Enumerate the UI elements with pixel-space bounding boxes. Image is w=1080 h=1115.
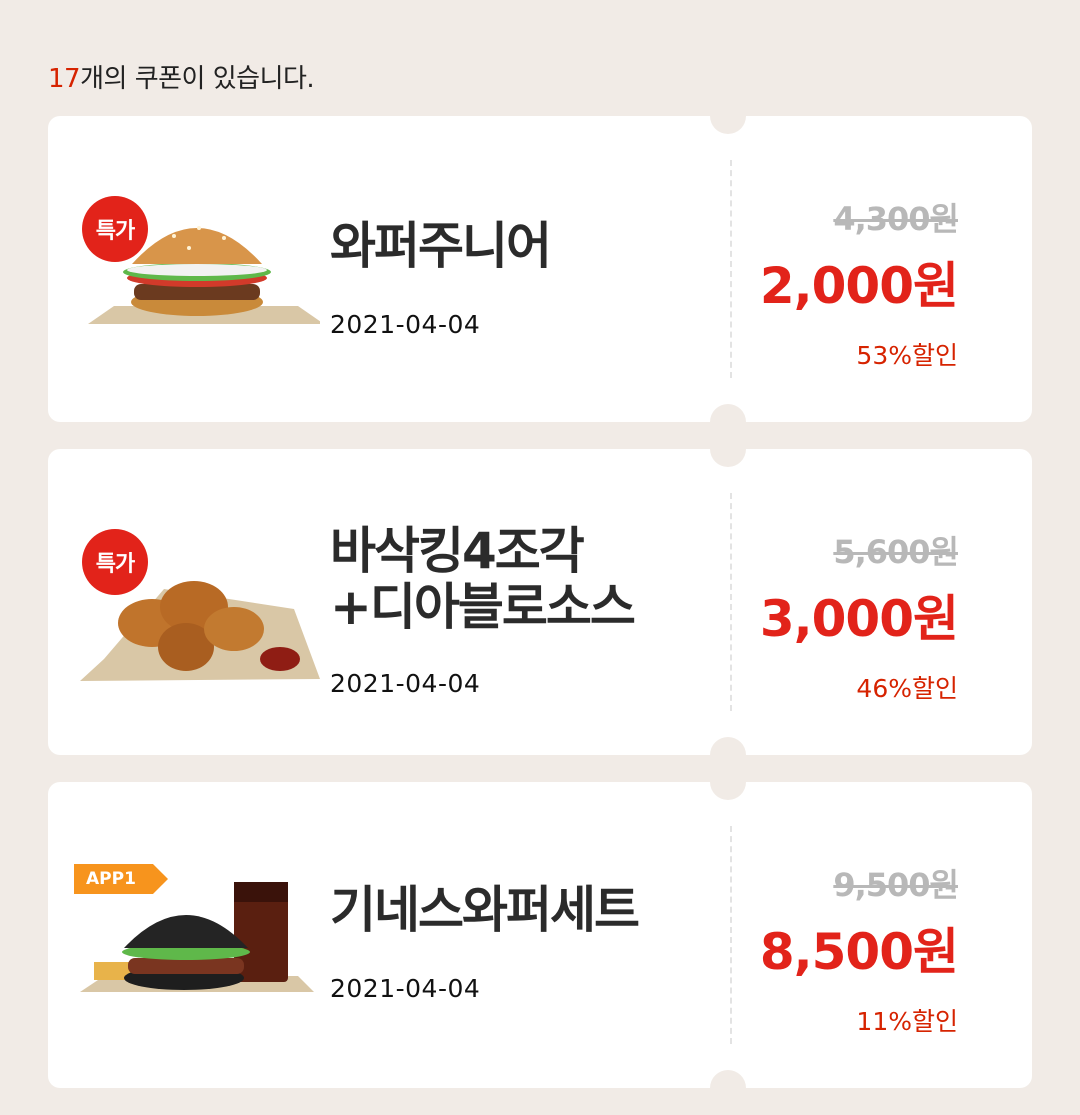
ticket-notch: [710, 98, 746, 134]
ticket-notch: [710, 764, 746, 800]
original-price: 5,600원: [833, 533, 959, 571]
coupon-name: 기네스와퍼세트: [330, 881, 640, 939]
ticket-divider: [730, 826, 732, 1044]
discount-rate: 11%할인: [856, 1007, 958, 1036]
original-price: 9,500원: [833, 866, 959, 904]
coupon-date: 2021-04-04: [330, 669, 481, 698]
coupon-count: 17: [48, 64, 81, 94]
app-only-badge: APP1: [74, 864, 168, 894]
coupon-name: 바삭킹4조각 +디아블로소스: [330, 522, 636, 636]
discount-rate: 46%할인: [856, 674, 958, 703]
coupon-date: 2021-04-04: [330, 310, 481, 339]
coupon-count-label: 개의 쿠폰이 있습니다.: [80, 64, 315, 94]
special-deal-badge: 특가: [82, 529, 148, 595]
ticket-divider: [730, 493, 732, 711]
discount-rate: 53%할인: [856, 341, 958, 370]
coupon-card[interactable]: 특가 와퍼주니어 2021-04-04 4,300원 2,000원 53%할인: [48, 98, 1032, 440]
ticket-notch: [710, 431, 746, 467]
coupon-count-header: 17개의 쿠폰이 있습니다.: [48, 58, 315, 95]
ticket-divider: [730, 160, 732, 378]
sale-price: 3,000원: [759, 590, 959, 648]
sale-price: 2,000원: [759, 257, 959, 315]
ticket-notch: [710, 1070, 746, 1106]
coupon-date: 2021-04-04: [330, 974, 481, 1003]
coupon-card[interactable]: 특가 바삭킹4조각 +디아블로소스 2021-04-04 5,600원 3,00…: [48, 431, 1032, 773]
original-price: 4,300원: [833, 200, 959, 238]
coupon-card[interactable]: APP1 기네스와퍼세트 2021-04-04 9,500원 8,500원 11…: [48, 764, 1032, 1106]
coupon-name: 와퍼주니어: [330, 217, 552, 275]
sale-price: 8,500원: [759, 923, 959, 981]
special-deal-badge: 특가: [82, 196, 148, 262]
